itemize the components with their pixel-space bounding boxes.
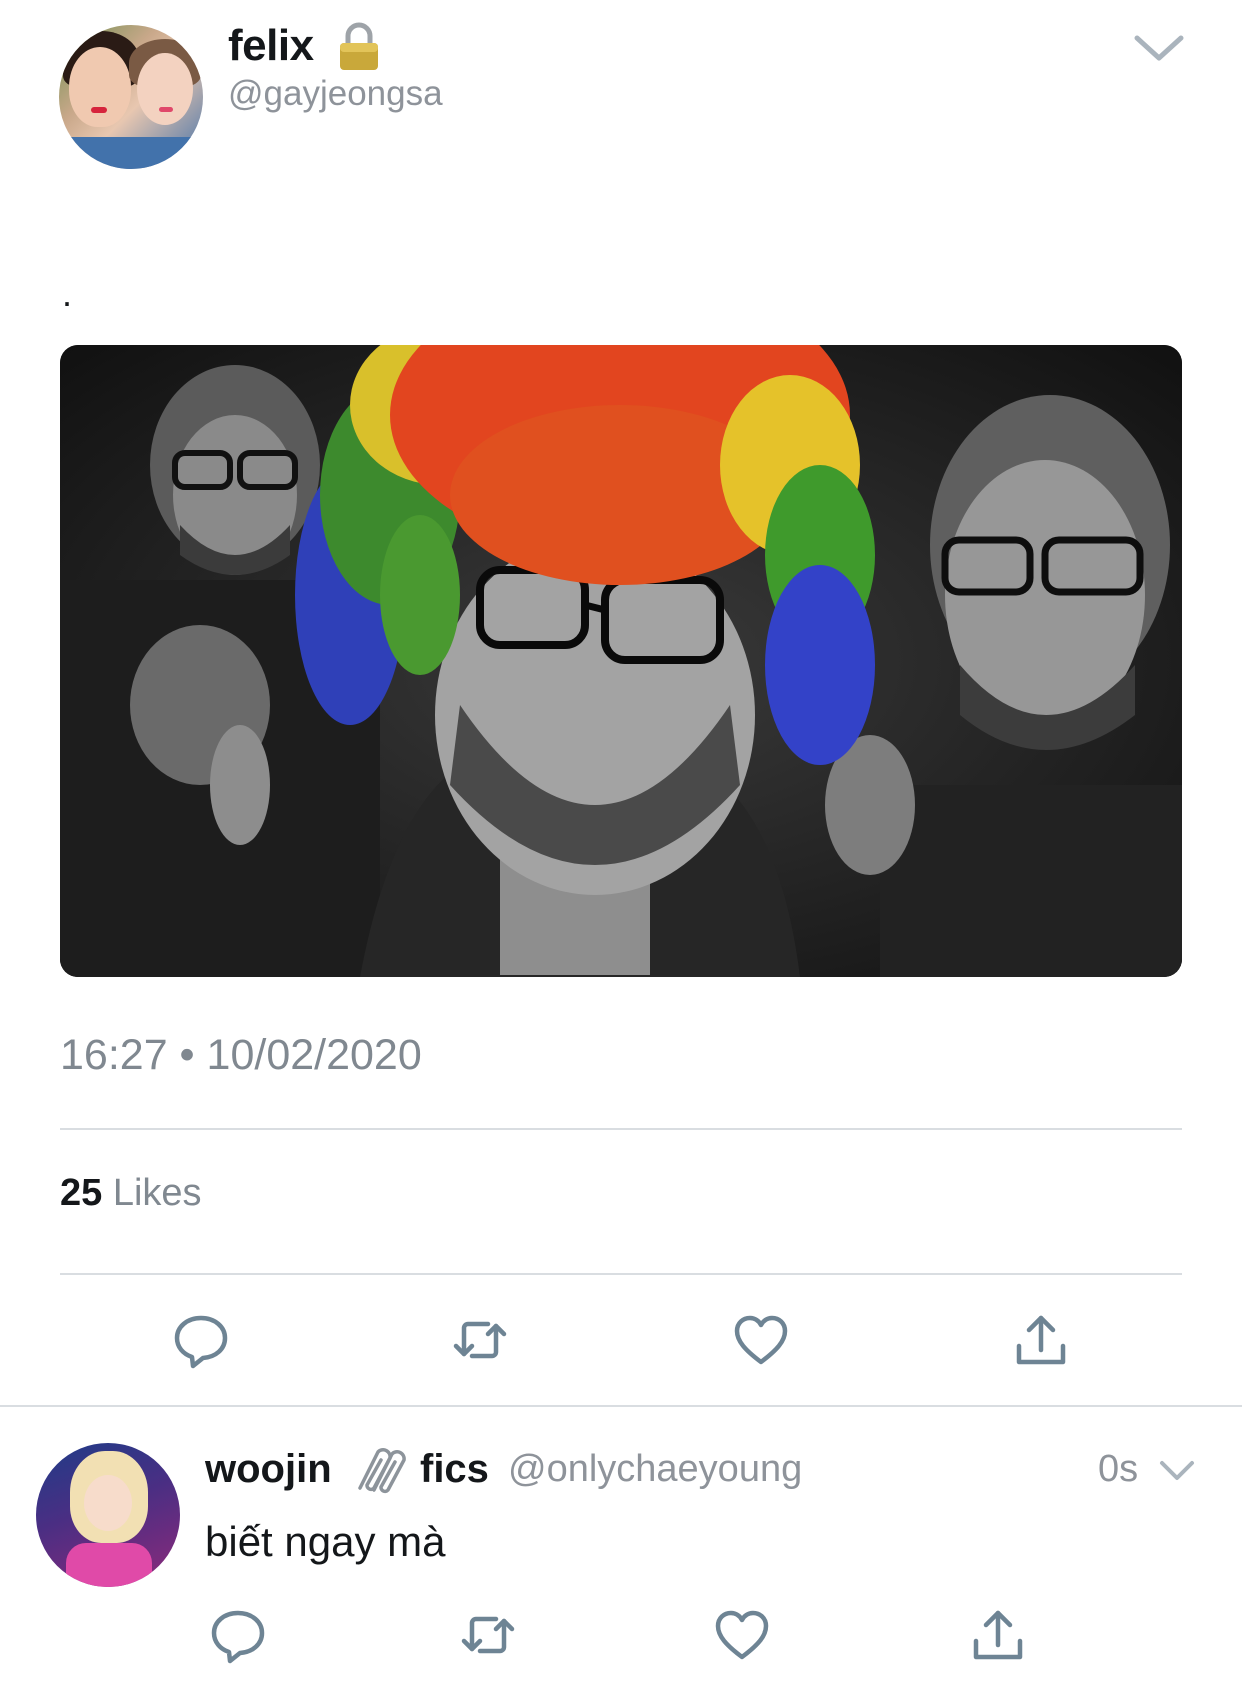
lock-icon xyxy=(340,22,378,70)
tweet-timestamp: 16:27 • 10/02/2020 xyxy=(60,1031,422,1079)
share-icon[interactable] xyxy=(1011,1310,1071,1370)
reply-text: biết ngay mà xyxy=(205,1518,446,1565)
likes-count: 25 xyxy=(60,1172,103,1214)
reply-author-avatar[interactable] xyxy=(36,1443,180,1587)
reply-icon[interactable] xyxy=(171,1310,231,1370)
author-name[interactable]: felix xyxy=(228,18,314,74)
divider xyxy=(0,1405,1242,1407)
retweet-icon[interactable] xyxy=(450,1310,510,1370)
divider xyxy=(60,1128,1182,1130)
author-handle[interactable]: @gayjeongsa xyxy=(228,72,443,116)
reply-author-name-suffix[interactable]: fics xyxy=(420,1443,489,1495)
paperclip-icon xyxy=(358,1448,406,1494)
tweet-text: . xyxy=(62,273,73,314)
reply-author-handle[interactable]: @onlychaeyoung xyxy=(508,1443,802,1495)
likes-label: Likes xyxy=(112,1172,202,1214)
share-icon[interactable] xyxy=(968,1605,1028,1665)
chevron-down-icon[interactable] xyxy=(1133,32,1185,64)
retweet-icon[interactable] xyxy=(458,1605,518,1665)
reply-icon[interactable] xyxy=(208,1605,268,1665)
author-avatar[interactable] xyxy=(59,25,203,169)
tweet-media-image[interactable] xyxy=(60,345,1182,977)
divider xyxy=(60,1273,1182,1275)
like-icon[interactable] xyxy=(731,1310,791,1370)
reply-timestamp: 0s xyxy=(1098,1448,1139,1490)
likes-stat[interactable]: 25 Likes xyxy=(60,1169,202,1217)
reply-author-name[interactable]: woojin xyxy=(205,1443,332,1495)
like-icon[interactable] xyxy=(712,1605,772,1665)
chevron-down-icon[interactable] xyxy=(1158,1458,1196,1484)
